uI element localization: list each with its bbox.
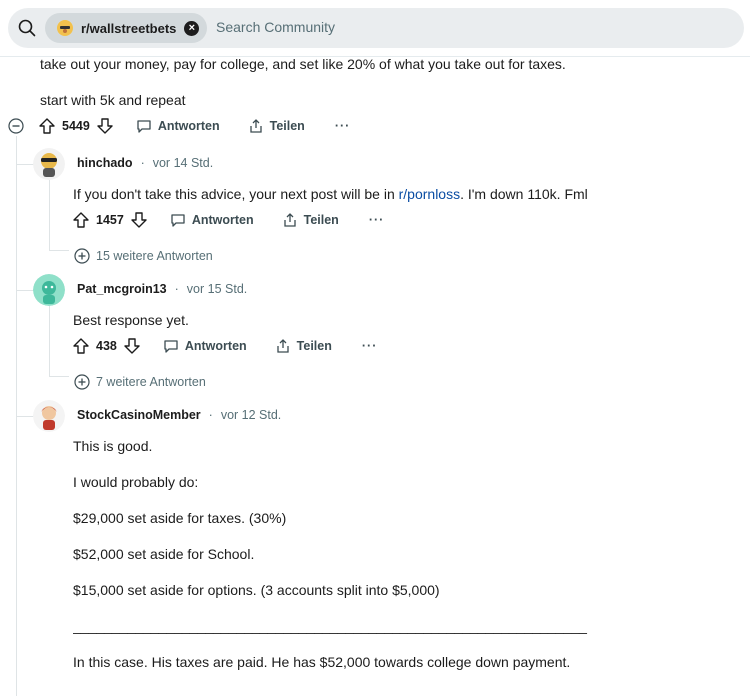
thread-line-hinchado[interactable] bbox=[49, 180, 50, 250]
comment-body: If you don't take this advice, your next… bbox=[73, 186, 588, 202]
timestamp[interactable]: vor 15 Std. bbox=[187, 282, 247, 296]
comment-icon bbox=[170, 212, 186, 228]
upvote-icon[interactable] bbox=[38, 117, 56, 135]
avatar[interactable] bbox=[33, 274, 65, 306]
timestamp[interactable]: vor 12 Std. bbox=[221, 408, 281, 422]
share-icon bbox=[248, 118, 264, 134]
share-button[interactable]: Teilen bbox=[248, 118, 305, 134]
share-label: Teilen bbox=[296, 339, 332, 353]
separator-dot: · bbox=[174, 282, 179, 296]
share-label: Teilen bbox=[269, 119, 305, 133]
downvote-icon[interactable] bbox=[96, 117, 114, 135]
more-replies-label: 15 weitere Antworten bbox=[96, 249, 213, 263]
vote-group: 438 bbox=[72, 337, 141, 355]
comment-paragraph: $52,000 set aside for School. bbox=[73, 546, 255, 562]
reply-button[interactable]: Antworten bbox=[170, 212, 254, 228]
parent-comment-text-line2: start with 5k and repeat bbox=[40, 92, 186, 108]
share-icon bbox=[282, 212, 298, 228]
top-bar: r/wallstreetbets × Search Community bbox=[0, 0, 750, 57]
vote-count: 438 bbox=[96, 339, 117, 353]
reply-button[interactable]: Antworten bbox=[136, 118, 220, 134]
author-name[interactable]: hinchado bbox=[77, 156, 133, 170]
avatar[interactable] bbox=[33, 148, 65, 180]
comment-paragraph: $15,000 set aside for options. (3 accoun… bbox=[73, 582, 440, 598]
separator-dot: · bbox=[208, 408, 213, 422]
branch-connector-pat bbox=[16, 290, 34, 291]
avatar[interactable] bbox=[33, 400, 65, 432]
upvote-icon[interactable] bbox=[72, 337, 90, 355]
more-options-icon[interactable]: ··· bbox=[362, 339, 378, 353]
vote-group: 1457 bbox=[72, 211, 148, 229]
comment-text: . I'm down 110k. Fml bbox=[460, 186, 588, 202]
more-replies-button[interactable]: 15 weitere Antworten bbox=[74, 248, 213, 264]
community-avatar-icon bbox=[57, 20, 73, 36]
branch-connector-hinchado bbox=[16, 164, 34, 165]
collapse-icon[interactable] bbox=[8, 118, 24, 134]
timestamp[interactable]: vor 14 Std. bbox=[153, 156, 213, 170]
reply-label: Antworten bbox=[184, 339, 247, 353]
comment-header: StockCasinoMember · vor 12 Std. bbox=[77, 408, 281, 422]
comment-paragraph: I would probably do: bbox=[73, 474, 199, 490]
comment-text: If you don't take this advice, your next… bbox=[73, 186, 399, 202]
author-name[interactable]: Pat_mcgroin13 bbox=[77, 282, 167, 296]
reply-label: Antworten bbox=[191, 213, 254, 227]
vote-group: 5449 bbox=[38, 117, 114, 135]
comment-paragraph: In this case. His taxes are paid. He has… bbox=[73, 654, 571, 670]
downvote-icon[interactable] bbox=[123, 337, 141, 355]
community-chip-label: r/wallstreetbets bbox=[81, 20, 177, 36]
plus-circle-icon bbox=[74, 374, 90, 390]
parent-action-bar: 5449 Antworten Teilen ··· bbox=[8, 116, 350, 136]
share-icon bbox=[275, 338, 291, 354]
branch-connector-stock bbox=[16, 416, 34, 417]
vote-count: 5449 bbox=[62, 119, 90, 133]
comment-body: Best response yet. bbox=[73, 312, 189, 328]
vote-count: 1457 bbox=[96, 213, 124, 227]
community-chip[interactable]: r/wallstreetbets × bbox=[45, 13, 208, 43]
comment-paragraph: This is good. bbox=[73, 438, 153, 454]
thread-connector-pat-more bbox=[49, 376, 69, 377]
comment-paragraph: $29,000 set aside for taxes. (30%) bbox=[73, 510, 287, 526]
upvote-icon[interactable] bbox=[72, 211, 90, 229]
author-name[interactable]: StockCasinoMember bbox=[77, 408, 201, 422]
share-button[interactable]: Teilen bbox=[275, 338, 332, 354]
comment-icon bbox=[163, 338, 179, 354]
comment-icon bbox=[136, 118, 152, 134]
comment-divider: ________________________________________… bbox=[73, 618, 587, 634]
close-icon[interactable]: × bbox=[184, 20, 200, 36]
more-replies-label: 7 weitere Antworten bbox=[96, 375, 206, 389]
thread-line-pat[interactable] bbox=[49, 306, 50, 376]
comment-header: hinchado · vor 14 Std. bbox=[77, 156, 213, 170]
reply-button[interactable]: Antworten bbox=[163, 338, 247, 354]
comment-action-bar: 438 Antworten Teilen ··· bbox=[72, 336, 377, 356]
reply-label: Antworten bbox=[157, 119, 220, 133]
search-input[interactable]: Search Community bbox=[216, 19, 335, 35]
comment-header: Pat_mcgroin13 · vor 15 Std. bbox=[77, 282, 247, 296]
more-options-icon[interactable]: ··· bbox=[335, 119, 351, 133]
search-bar[interactable]: r/wallstreetbets × Search Community bbox=[8, 8, 744, 48]
subreddit-link[interactable]: r/pornloss bbox=[399, 186, 460, 202]
share-button[interactable]: Teilen bbox=[282, 212, 339, 228]
thread-connector-hinchado-more bbox=[49, 250, 69, 251]
plus-circle-icon bbox=[74, 248, 90, 264]
parent-comment-text-line1: take out your money, pay for college, an… bbox=[40, 56, 566, 72]
share-label: Teilen bbox=[303, 213, 339, 227]
more-replies-button[interactable]: 7 weitere Antworten bbox=[74, 374, 206, 390]
more-options-icon[interactable]: ··· bbox=[369, 213, 385, 227]
search-icon bbox=[18, 19, 36, 37]
comment-action-bar: 1457 Antworten Teilen ··· bbox=[72, 210, 384, 230]
downvote-icon[interactable] bbox=[130, 211, 148, 229]
separator-dot: · bbox=[140, 156, 145, 170]
